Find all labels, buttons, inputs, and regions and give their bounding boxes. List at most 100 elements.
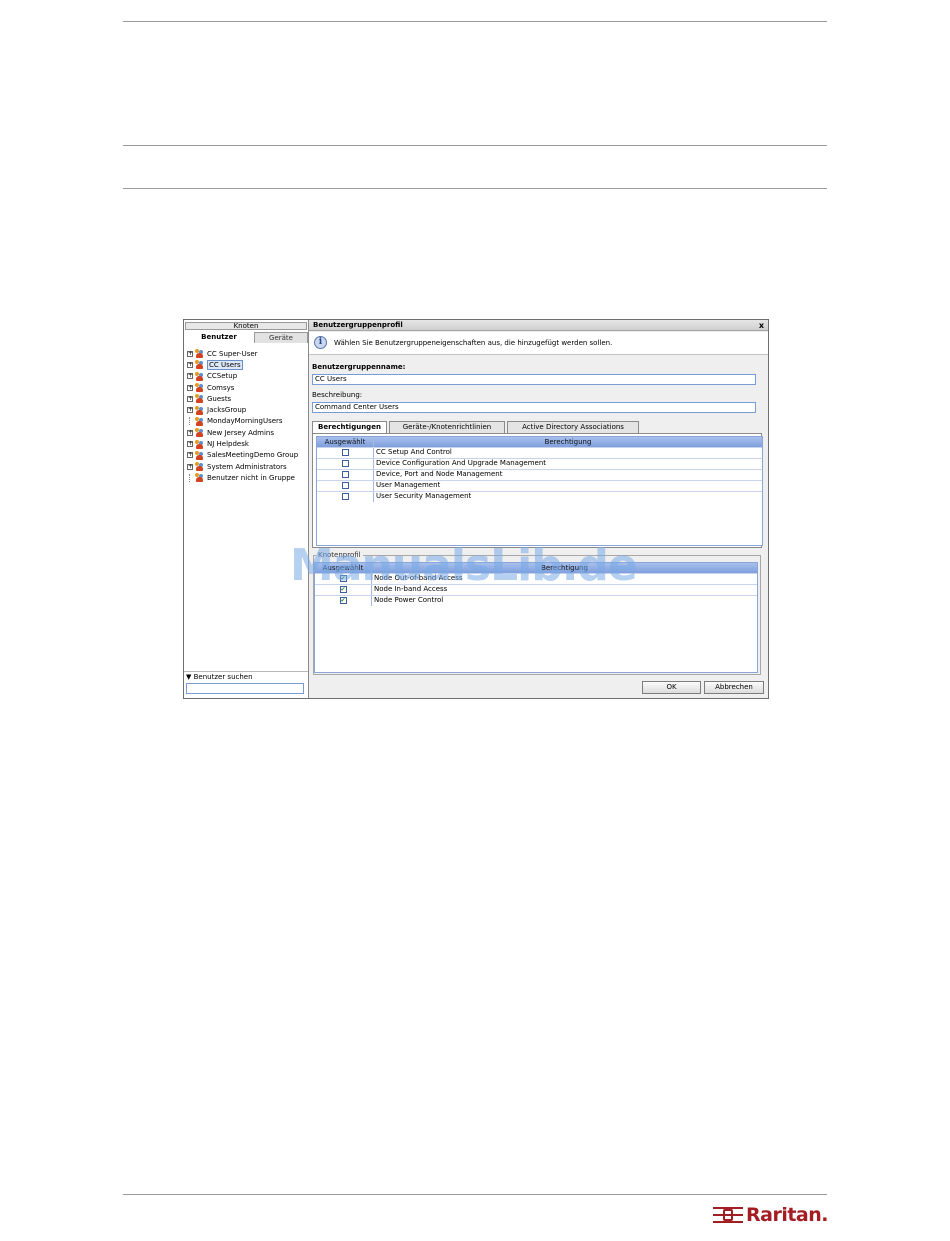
raritan-logo: Raritan.: [713, 1204, 828, 1226]
group-name-input[interactable]: CC Users: [312, 374, 756, 385]
tree-item-label: Benutzer nicht in Gruppe: [207, 473, 295, 482]
search-users-toggle[interactable]: ▼ Benutzer suchen: [186, 673, 253, 681]
dialog-titlebar: Benutzergruppenprofil x: [309, 320, 768, 331]
permission-cell: Device, Port and Node Management: [376, 470, 503, 478]
table-row[interactable]: Device, Port and Node Management: [317, 469, 762, 480]
tree-item[interactable]: + CC Super-User: [187, 348, 307, 359]
expand-icon[interactable]: +: [187, 407, 193, 414]
top-rule: [123, 21, 827, 22]
expand-icon[interactable]: +: [187, 361, 193, 368]
user-group-icon: [195, 450, 204, 460]
table-row[interactable]: User Management: [317, 480, 762, 491]
footer-rule: [123, 1194, 827, 1195]
expand-icon[interactable]: +: [187, 429, 193, 436]
tree-item[interactable]: MondayMorningUsers: [187, 416, 307, 427]
tree-item-label: JacksGroup: [207, 406, 247, 415]
group-profile-dialog: Benutzergruppenprofil x i Wählen Sie Ben…: [309, 320, 768, 698]
user-group-icon: [195, 416, 204, 426]
tree-item[interactable]: + NJ Helpdesk: [187, 438, 307, 449]
tree-item-label: New Jersey Admins: [207, 428, 275, 437]
tree-item[interactable]: + CCSetup: [187, 371, 307, 382]
table-row[interactable]: CC Setup And Control: [317, 447, 762, 458]
tree-item[interactable]: + System Administrators: [187, 461, 307, 472]
tree-item-label: MondayMorningUsers: [207, 417, 283, 426]
tab-benutzer[interactable]: Benutzer: [185, 332, 253, 343]
dialog-title: Benutzergruppenprofil: [313, 321, 403, 329]
tab-geraete[interactable]: Geräte: [254, 332, 308, 343]
selected-cell: [317, 481, 374, 491]
info-icon: i: [314, 336, 327, 349]
tree-item[interactable]: + Guests: [187, 393, 307, 404]
user-group-icon: [195, 473, 204, 483]
tree-item-label: SalesMeetingDemo Group: [207, 451, 299, 460]
tree-item[interactable]: + New Jersey Admins: [187, 427, 307, 438]
column-header-selected[interactable]: Ausgewählt: [317, 437, 374, 447]
tree-item[interactable]: + Comsys: [187, 382, 307, 393]
checkbox[interactable]: [341, 482, 349, 489]
tree-item-label: CC Users: [207, 359, 243, 370]
checkbox[interactable]: [341, 471, 349, 478]
permission-cell: User Security Management: [376, 492, 472, 500]
tree-item[interactable]: + SalesMeetingDemo Group: [187, 450, 307, 461]
user-group-tree: + CC Super-User + CC Users + CCSetup + Comsys + G…: [187, 348, 307, 484]
tree-connector: [189, 473, 193, 482]
tree-item-label: System Administrators: [207, 462, 287, 471]
user-group-icon: [195, 428, 204, 438]
cancel-button[interactable]: Abbrechen: [704, 681, 764, 694]
permission-cell: CC Setup And Control: [376, 448, 452, 456]
expand-icon[interactable]: +: [187, 441, 193, 448]
expand-icon[interactable]: +: [187, 384, 193, 391]
tab-geraete-knotenrichtlinien[interactable]: Geräte-/Knotenrichtlinien: [389, 421, 505, 433]
expand-icon[interactable]: +: [187, 452, 193, 459]
search-divider: [184, 671, 308, 672]
user-group-icon: [195, 371, 204, 381]
watermark: ManualsLib.de: [290, 540, 638, 591]
section-rule-2: [123, 188, 827, 189]
selected-cell: ✔: [315, 596, 372, 606]
app-screenshot: Knoten Benutzer Geräte + CC Super-User + CC…: [183, 319, 769, 699]
search-users-input[interactable]: [186, 683, 304, 694]
user-group-icon: [195, 405, 204, 415]
tree-item[interactable]: + JacksGroup: [187, 404, 307, 415]
user-group-icon: [195, 462, 204, 472]
checkbox[interactable]: [341, 493, 349, 500]
tab-active-directory[interactable]: Active Directory Associations: [507, 421, 639, 433]
checkbox[interactable]: [341, 449, 349, 456]
close-icon[interactable]: x: [759, 320, 764, 331]
table-row[interactable]: Device Configuration And Upgrade Managem…: [317, 458, 762, 469]
description-label: Beschreibung:: [312, 391, 363, 399]
expand-icon[interactable]: +: [187, 463, 193, 470]
tree-item-label: NJ Helpdesk: [207, 440, 249, 449]
raritan-logo-mark: [713, 1207, 743, 1223]
permission-cell: User Management: [376, 481, 441, 489]
ok-button[interactable]: OK: [642, 681, 701, 694]
checked-checkbox[interactable]: ✔: [339, 597, 347, 604]
permissions-table: Ausgewählt Berechtigung CC Setup And Con…: [316, 436, 763, 546]
expand-icon[interactable]: +: [187, 350, 193, 357]
group-name-label: Benutzergruppenname:: [312, 363, 406, 371]
expand-icon[interactable]: +: [187, 395, 193, 402]
expand-icon[interactable]: +: [187, 373, 193, 380]
tree-item-label: Comsys: [207, 383, 235, 392]
section-rule-1: [123, 145, 827, 146]
tree-item[interactable]: + CC Users: [187, 359, 307, 370]
description-input[interactable]: Command Center Users: [312, 402, 756, 413]
user-group-icon: [195, 360, 204, 370]
selected-cell: [317, 492, 374, 502]
tab-knoten[interactable]: Knoten: [185, 322, 307, 330]
tree-item-label: Guests: [207, 394, 232, 403]
table-row[interactable]: User Security Management: [317, 491, 762, 502]
permission-cell: Device Configuration And Upgrade Managem…: [376, 459, 547, 467]
table-row[interactable]: ✔ Node Power Control: [315, 595, 757, 606]
selected-cell: [317, 459, 374, 469]
raritan-logo-text: Raritan.: [746, 1204, 828, 1226]
user-group-icon: [195, 349, 204, 359]
column-header-permission[interactable]: Berechtigung: [374, 437, 762, 447]
permissions-table-header: Ausgewählt Berechtigung: [317, 437, 762, 447]
tree-item[interactable]: Benutzer nicht in Gruppe: [187, 472, 307, 483]
checkbox[interactable]: [341, 460, 349, 467]
selected-cell: [317, 448, 374, 458]
user-group-icon: [195, 394, 204, 404]
selected-cell: [317, 470, 374, 480]
tree-item-label: CCSetup: [207, 372, 238, 381]
